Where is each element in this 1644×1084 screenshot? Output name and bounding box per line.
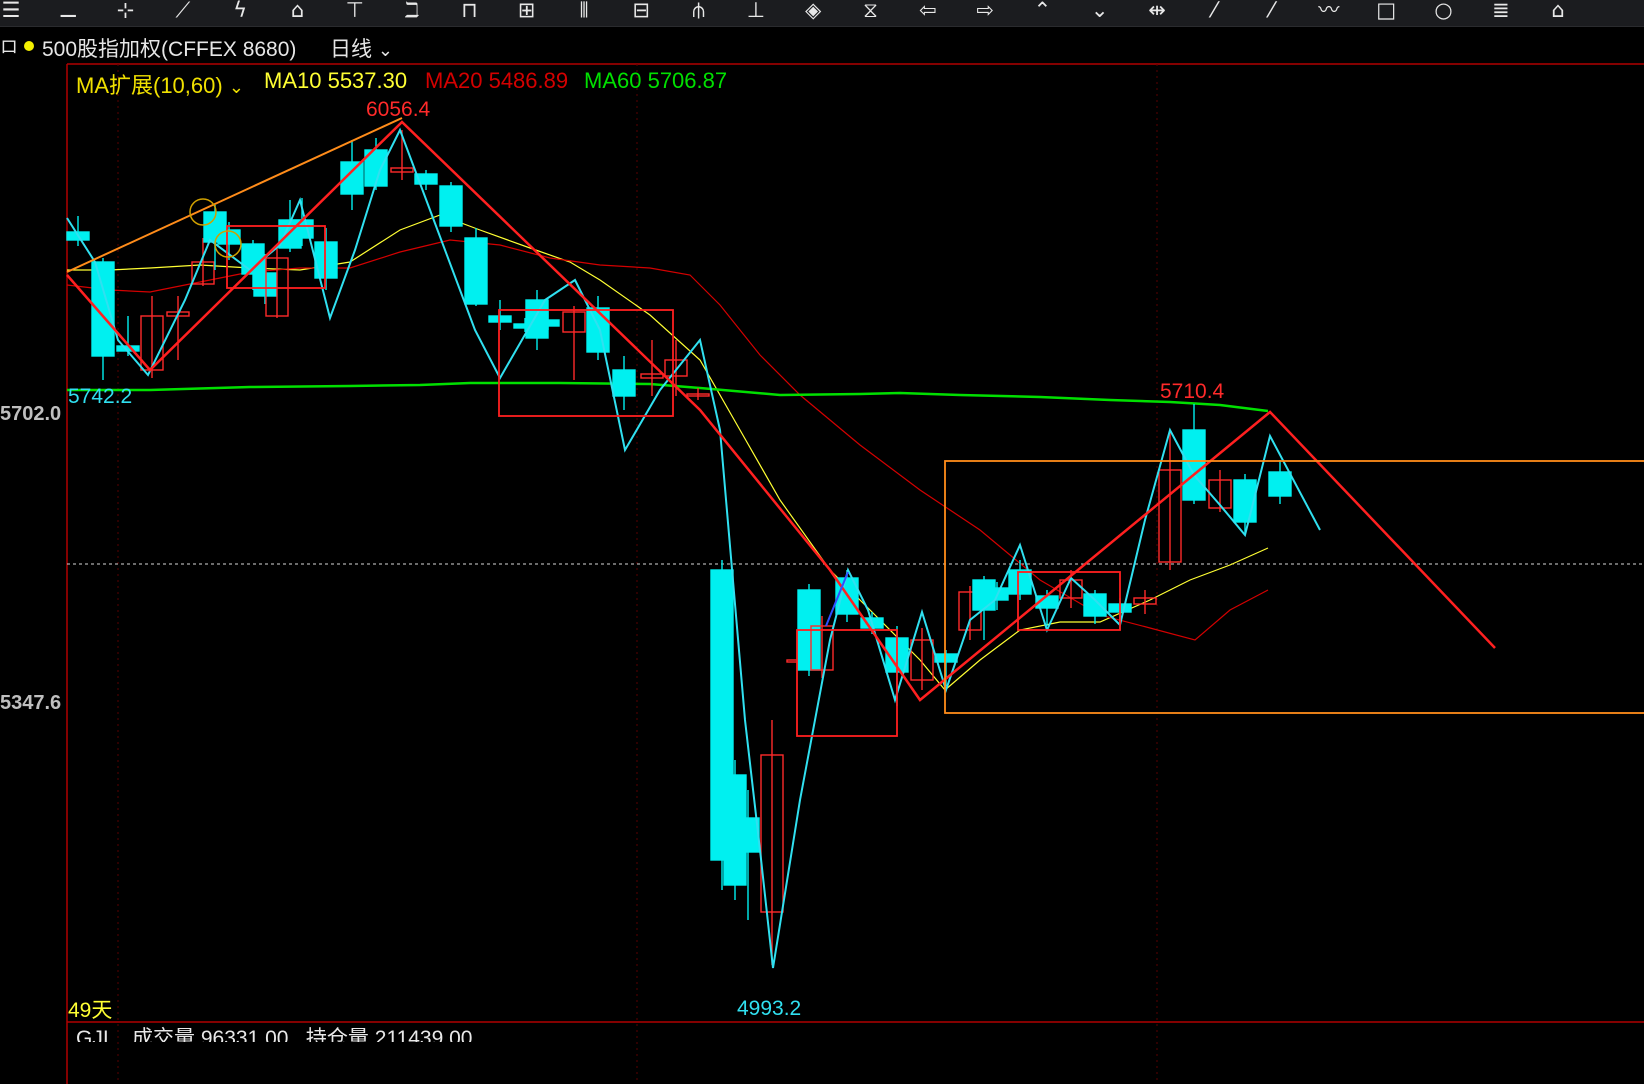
ma-extension-selector[interactable]: MA扩展(10,60) ⌄	[76, 68, 244, 100]
candle-body	[525, 299, 549, 339]
day-count-label: 49天	[68, 999, 113, 1022]
ma60-value: MA60 5706.87	[584, 68, 728, 93]
candle-body	[439, 185, 463, 227]
candle-body	[1083, 593, 1107, 617]
left-level-annotation: 5742.2	[68, 385, 133, 408]
consolidation-box	[944, 460, 1644, 714]
candle-body	[934, 653, 958, 663]
chevron-down-icon: ⌄	[228, 77, 244, 97]
ma20-line	[66, 239, 1269, 641]
ma60-line	[67, 381, 1269, 413]
ma10-value: MA10 5537.30	[264, 68, 408, 93]
ma20-value: MA20 5486.89	[425, 68, 569, 93]
high-price-annotation: 6056.4	[366, 98, 431, 121]
candle-body	[464, 237, 488, 305]
recent-high-annotation: 5710.4	[1160, 380, 1225, 403]
ma10-line	[67, 214, 1269, 691]
candle-body	[736, 817, 760, 853]
candlestick-chart[interactable]	[0, 0, 1644, 1084]
volume-info: GJI 成交量 96331.00 持仓量 211439.00	[76, 1027, 473, 1042]
candle-body	[1008, 569, 1032, 595]
low-price-annotation: 4993.2	[737, 997, 802, 1020]
candle-body	[536, 319, 560, 327]
candle-body	[488, 315, 512, 323]
candle-body	[1182, 429, 1206, 501]
trend-line	[66, 120, 1496, 702]
candle-body	[586, 307, 610, 353]
y-axis-label-lower: 5347.6	[0, 692, 62, 714]
candle-body	[612, 369, 636, 397]
candle-body	[1268, 471, 1292, 497]
y-axis-label-upper: 5702.0	[0, 403, 62, 425]
candle-body	[253, 272, 277, 297]
ma-extension-label: MA扩展(10,60)	[76, 73, 223, 98]
